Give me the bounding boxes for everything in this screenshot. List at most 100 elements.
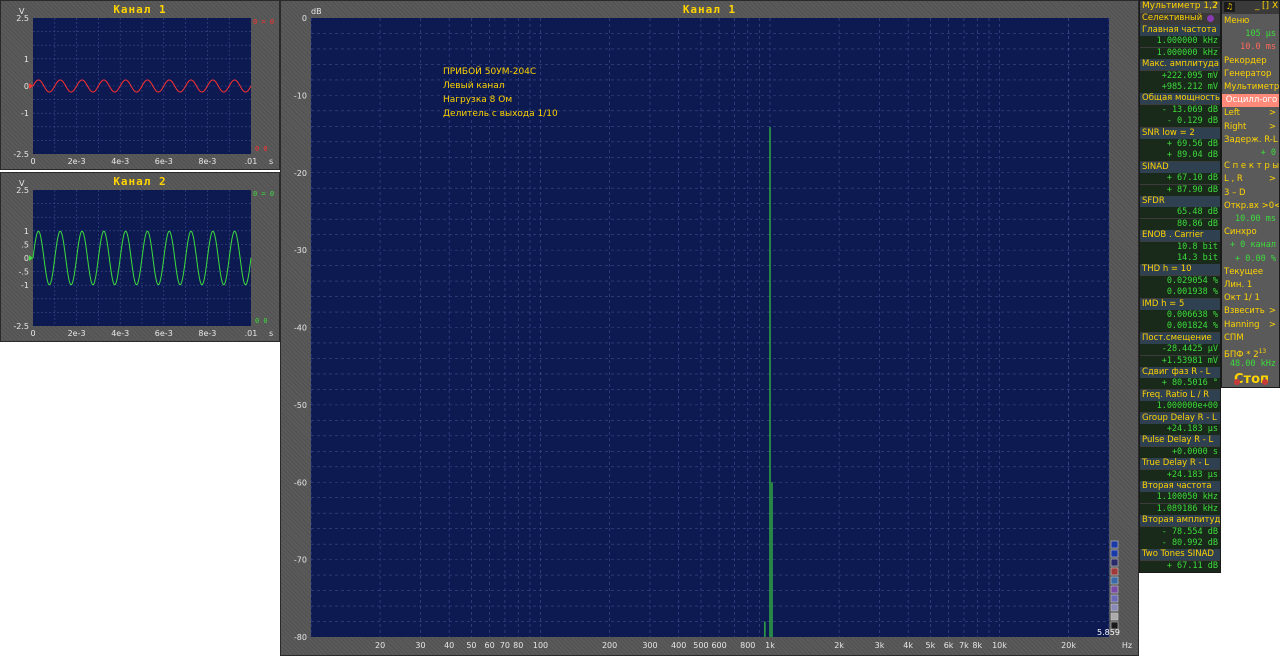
multimeter-value: - 13.069 dB [1140, 104, 1220, 116]
y-tick-label: -.5 [18, 268, 29, 277]
menu-item[interactable]: Меню [1222, 15, 1279, 28]
y-tick-label: 0 [302, 14, 307, 23]
menu-item[interactable]: БПФ * 213 [1222, 345, 1279, 358]
legend-swatch [1110, 558, 1119, 567]
x-tick-label: 8e-3 [198, 329, 216, 338]
y-tick-label: -2.5 [13, 322, 29, 331]
multimeter-label[interactable]: SNR low = 2 [1140, 127, 1220, 139]
x-tick-label: .01 [245, 329, 258, 338]
menu-item-label: 48.00 kHz [1229, 359, 1276, 370]
multimeter-value: + 69.56 dB [1140, 139, 1220, 150]
menu-item[interactable]: Синхро [1222, 226, 1279, 239]
multimeter-label[interactable]: Общая мощность [1140, 93, 1220, 105]
menu-item[interactable]: 3 – D [1222, 187, 1279, 200]
x-tick-label: 600 [711, 641, 726, 650]
x-tick-label: 8k [972, 641, 982, 650]
menu-item: 10.00 ms [1222, 213, 1279, 226]
menu-item[interactable]: Генератор [1222, 68, 1279, 81]
multimeter-label[interactable]: SINAD [1140, 161, 1220, 173]
multimeter-label[interactable]: Freq. Ratio L / R [1140, 389, 1220, 401]
menu-item-label: Текущее [1224, 266, 1264, 277]
menu-item[interactable]: Откр.вх >0< [1222, 200, 1279, 213]
trigger-marker-bottom: 0 0 [255, 145, 268, 153]
x-tick-label: 500 [693, 641, 708, 650]
multimeter-label[interactable]: Two Tones SINAD [1140, 549, 1220, 561]
menu-item-label: 105 µs [1245, 29, 1276, 40]
multimeter-label[interactable]: ENOB . Carrier [1140, 230, 1220, 242]
status-led-icon [1234, 379, 1240, 385]
menu-item[interactable]: Hanning > [1222, 319, 1279, 332]
minimize-button[interactable]: _ [1255, 1, 1260, 11]
chevron-right-icon: > [1268, 174, 1276, 185]
chevron-right-icon: > [1268, 121, 1276, 132]
menu-item: + 0 канал [1222, 239, 1279, 252]
menu-item-label: Откр.вх >0< [1224, 200, 1279, 211]
multimeter-label[interactable]: Pulse Delay R - L [1140, 435, 1220, 447]
menu-top-bar: ♫ _ [] X [1222, 1, 1279, 14]
multimeter-value: +24.183 µs [1140, 469, 1220, 481]
multimeter-value: 0.029054 % [1140, 275, 1220, 287]
spectrum-plot: dB0-10-20-30-40-50-60-70-8020 30 40 50 60 70 8… [294, 7, 1132, 650]
menu-item[interactable]: Лин. 1 [1222, 279, 1279, 292]
multimeter-label[interactable]: Вторая амплитуда [1140, 515, 1220, 527]
legend-swatch [1110, 549, 1119, 558]
menu-item[interactable]: Рекордер [1222, 55, 1279, 68]
multimeter-label[interactable]: Вторая частота [1140, 481, 1220, 492]
menu-item[interactable]: Окт 1/ 1 [1222, 292, 1279, 305]
menu-item-label: Осцилл-ого [1225, 95, 1278, 106]
trigger-marker-top: 0 = 0 [253, 18, 274, 26]
multimeter-label[interactable]: IMD h = 5 [1140, 298, 1220, 310]
multimeter-label[interactable]: Group Delay R - L [1140, 412, 1220, 424]
multimeter-value: -28.4425 µV [1140, 344, 1220, 356]
menu-item[interactable]: Left > [1222, 107, 1279, 120]
multimeter-value: 0.006638 % [1140, 310, 1220, 321]
multimeter-mode[interactable]: Селективный [1140, 13, 1220, 24]
multimeter-label[interactable]: THD h = 10 [1140, 264, 1220, 276]
multimeter-help-button[interactable]: ? [1213, 1, 1218, 11]
legend-swatch [1110, 603, 1119, 612]
multimeter-value: + 88.16 dB [1140, 572, 1220, 573]
menu-item[interactable]: L , R > [1222, 173, 1279, 186]
multimeter-label[interactable]: True Delay R - L [1140, 458, 1220, 470]
multimeter-label[interactable]: Главная частота [1140, 25, 1220, 36]
menu-item-label: Синхро [1224, 227, 1257, 238]
menu-item: 105 µs [1222, 28, 1279, 41]
x-tick-label: 40 [444, 641, 454, 650]
x-tick-label: 20k [1061, 641, 1076, 650]
menu-item[interactable]: Осцилл-ого [1222, 94, 1279, 108]
menu-item: + 0 [1222, 147, 1279, 160]
legend-swatch [1110, 585, 1119, 594]
y-tick-label: 1 [24, 227, 29, 236]
multimeter-value: 80.86 dB [1140, 218, 1220, 230]
multimeter-mode-label: Селективный [1142, 13, 1203, 23]
y-axis-unit: dB [311, 7, 322, 16]
menu-item[interactable]: Задерж. R-L [1222, 134, 1279, 147]
multimeter-label[interactable]: Сдвиг фаз R - L [1140, 367, 1220, 378]
menu-item-label: Мультиметр [1224, 82, 1279, 92]
multimeter-title: Мультиметр 1,2 [1142, 1, 1218, 11]
multimeter-label[interactable]: SFDR [1140, 196, 1220, 207]
multimeter-value: + 80.5016 ° [1140, 378, 1220, 390]
chevron-right-icon: > [1268, 108, 1276, 119]
multimeter-label[interactable]: Макс. амплитуда [1140, 59, 1220, 71]
menu-item[interactable]: СПМ [1222, 332, 1279, 345]
menu-item[interactable]: Мультиметр [1222, 81, 1279, 94]
close-button[interactable]: X [1272, 1, 1278, 11]
x-tick-label: 8e-3 [198, 157, 216, 166]
multimeter-value: + 87.90 dB [1140, 184, 1220, 196]
multimeter-value: 1.000000e+00 [1140, 401, 1220, 413]
multimeter-value: 10.8 bit [1140, 241, 1220, 253]
menu-item[interactable]: С п е к т р ы [1222, 160, 1279, 173]
menu-item-label: + 0 канал [1229, 240, 1276, 251]
maximize-button[interactable]: [] [1262, 1, 1269, 11]
menu-item[interactable]: Взвесить > [1222, 305, 1279, 318]
y-tick-label: .5 [21, 240, 29, 249]
multimeter-label[interactable]: Пост.смещение [1140, 332, 1220, 344]
x-tick-label: 2e-3 [68, 157, 86, 166]
mode-indicator-icon [1207, 15, 1214, 22]
menu-item-label: Взвесить [1224, 306, 1265, 317]
menu-item[interactable]: Текущее [1222, 266, 1279, 279]
stop-button[interactable]: Стоп [1222, 371, 1279, 387]
menu-item[interactable]: Right > [1222, 121, 1279, 134]
multimeter-value: 0.001824 % [1140, 321, 1220, 333]
